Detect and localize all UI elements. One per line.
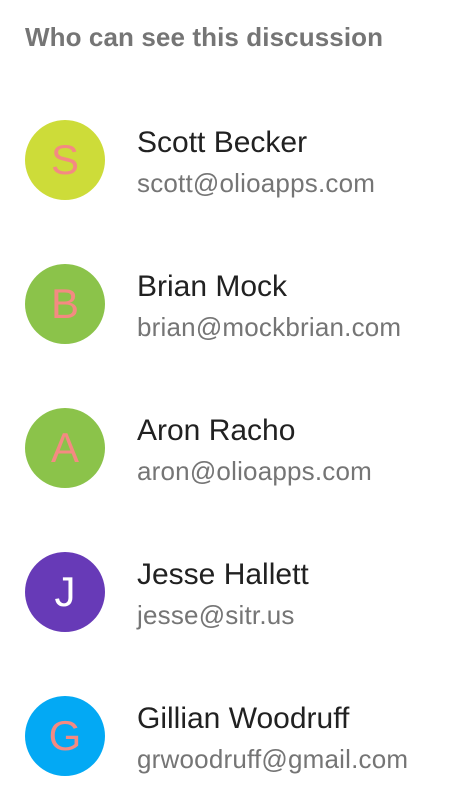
member-list-item[interactable]: B Brian Mock brian@mockbrian.com <box>0 232 476 376</box>
member-email: scott@olioapps.com <box>137 168 376 198</box>
avatar: J <box>25 552 105 632</box>
member-list: S Scott Becker scott@olioapps.com B Bria… <box>0 88 476 806</box>
member-name: Scott Becker <box>137 126 308 159</box>
section-title: Who can see this discussion <box>25 22 384 52</box>
avatar: A <box>25 408 105 488</box>
avatar: B <box>25 264 105 344</box>
member-email: jesse@sitr.us <box>137 600 295 630</box>
member-list-item[interactable]: A Aron Racho aron@olioapps.com <box>0 376 476 520</box>
avatar: G <box>25 696 105 776</box>
avatar: S <box>25 120 105 200</box>
member-name: Gillian Woodruff <box>137 702 350 735</box>
member-list-item[interactable]: J Jesse Hallett jesse@sitr.us <box>0 520 476 664</box>
member-name: Aron Racho <box>137 414 296 447</box>
member-email: aron@olioapps.com <box>137 456 373 486</box>
member-email: brian@mockbrian.com <box>137 312 402 342</box>
member-name: Brian Mock <box>137 270 288 303</box>
member-list-item[interactable]: G Gillian Woodruff grwoodruff@gmail.com <box>0 664 476 806</box>
member-name: Jesse Hallett <box>137 558 309 591</box>
member-list-item[interactable]: S Scott Becker scott@olioapps.com <box>0 88 476 232</box>
member-email: grwoodruff@gmail.com <box>137 744 409 774</box>
discussion-visibility-screen: Who can see this discussion S Scott Beck… <box>0 0 476 806</box>
